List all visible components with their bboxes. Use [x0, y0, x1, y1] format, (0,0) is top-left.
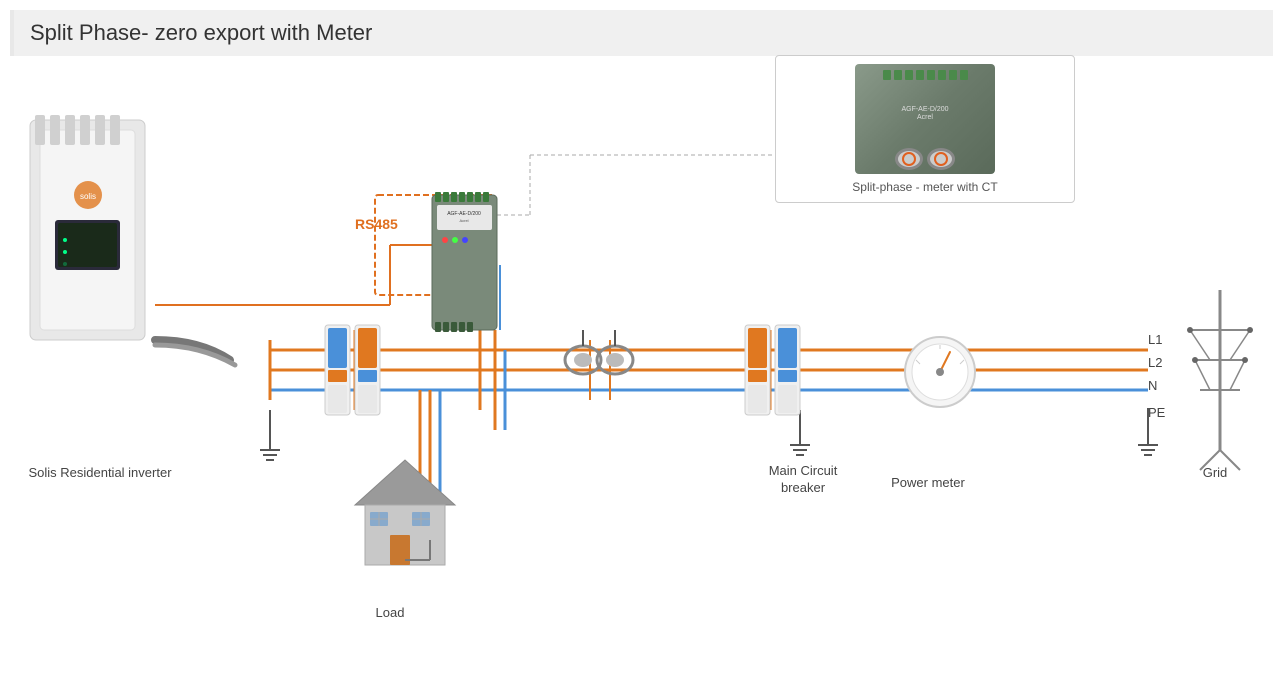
terminal-3 [905, 70, 913, 80]
inverter-label: Solis Residential inverter [20, 465, 180, 482]
terminal-2 [894, 70, 902, 80]
terminal-4 [916, 70, 924, 80]
meter-device-label: AGF-AE-D/200Acrel [901, 106, 948, 121]
meter-terminals-top [883, 70, 968, 80]
meter-device-image: AGF-AE-D/200Acrel [855, 64, 995, 174]
meter-callout-inner: AGF-AE-D/200Acrel [784, 64, 1066, 174]
n-label: N [1148, 378, 1157, 393]
load-label: Load [350, 605, 430, 622]
page-container: Split Phase- zero export with Meter [0, 0, 1283, 692]
svg-text:solis: solis [80, 192, 96, 201]
svg-text:Acrel: Acrel [459, 218, 468, 223]
diagram-svg: solis AGF-AE-D/200 Acrel [0, 0, 1283, 692]
ct-clamp-1 [895, 148, 923, 170]
terminal-6 [938, 70, 946, 80]
terminal-8 [960, 70, 968, 80]
grid-label: Grid [1180, 465, 1250, 482]
meter-callout-label: Split-phase - meter with CT [784, 180, 1066, 194]
svg-text:AGF-AE-D/200: AGF-AE-D/200 [447, 211, 481, 217]
l1-label: L1 [1148, 332, 1162, 347]
terminal-5 [927, 70, 935, 80]
main-cb-label: Main Circuit breaker [748, 463, 858, 497]
power-meter-label: Power meter [878, 475, 978, 492]
l2-label: L2 [1148, 355, 1162, 370]
ct-pair [895, 148, 955, 170]
ct-clamp-2 [927, 148, 955, 170]
terminal-7 [949, 70, 957, 80]
rs485-label: RS485 [355, 215, 398, 233]
meter-callout-box: AGF-AE-D/200Acrel Split-phase - meter wi… [775, 55, 1075, 203]
pe-label: PE [1148, 405, 1165, 420]
terminal-1 [883, 70, 891, 80]
